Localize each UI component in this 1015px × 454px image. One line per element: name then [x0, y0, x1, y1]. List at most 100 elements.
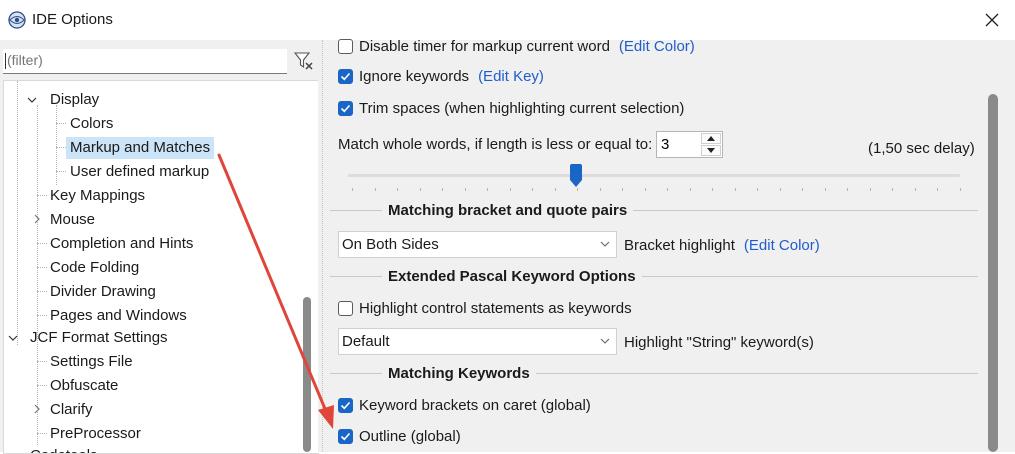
tree-guide	[37, 291, 47, 292]
tree-item-codetools[interactable]: Codetools	[30, 445, 98, 453]
spin-up-button[interactable]	[701, 133, 721, 144]
tree-item-markup-and-matches[interactable]: Markup and Matches	[66, 137, 215, 159]
tree-item-obfuscate[interactable]: Obfuscate	[50, 375, 118, 397]
match-length-input[interactable]	[657, 132, 701, 156]
keywords-group-title: Matching Keywords	[382, 365, 536, 382]
tree-item-display[interactable]: Display	[50, 89, 99, 111]
tree-guide	[56, 147, 66, 148]
delay-slider-thumb[interactable]	[570, 164, 582, 188]
close-button[interactable]	[969, 0, 1015, 40]
slider-tick	[577, 188, 578, 191]
tree-item-pages-and-windows[interactable]: Pages and Windows	[50, 305, 187, 327]
filter-clear-icon[interactable]	[292, 50, 316, 72]
check-icon	[340, 72, 351, 80]
options-tree: Display Colors Markup and Matches User d…	[3, 80, 319, 454]
tree-item-key-mappings[interactable]: Key Mappings	[50, 185, 145, 207]
bracket-edit-color-link[interactable]: (Edit Color)	[744, 237, 820, 254]
tree-item-settings-file[interactable]: Settings File	[50, 351, 133, 373]
slider-tick	[599, 188, 601, 191]
slider-tick	[779, 188, 781, 191]
filter-input[interactable]	[3, 49, 277, 71]
tree-guide	[37, 315, 47, 316]
tree-guide	[37, 243, 47, 244]
slider-tick	[374, 188, 376, 191]
slider-tick	[959, 188, 961, 191]
tree-guide	[56, 105, 57, 185]
chevron-down-icon	[600, 241, 610, 247]
string-keyword-label: Highlight "String" keyword(s)	[624, 333, 814, 351]
edit-key-link[interactable]: (Edit Key)	[478, 68, 544, 85]
highlight-control-label: Highlight control statements as keywords	[359, 299, 632, 317]
tree-item-divider-drawing[interactable]: Divider Drawing	[50, 281, 156, 303]
close-icon	[985, 13, 999, 27]
tree-item-completion-and-hints[interactable]: Completion and Hints	[50, 233, 193, 255]
trim-spaces-label: Trim spaces (when highlighting current s…	[359, 99, 685, 117]
ignore-keywords-label: Ignore keywords	[359, 67, 470, 85]
trim-spaces-row: Trim spaces (when highlighting current s…	[338, 98, 684, 118]
chevron-down-icon	[600, 338, 610, 344]
splitter-grip[interactable]	[322, 40, 323, 452]
trim-spaces-checkbox[interactable]	[338, 100, 353, 116]
slider-tick	[464, 188, 466, 191]
tree-guide	[37, 267, 47, 268]
app-logo-icon	[8, 11, 26, 29]
filter-box[interactable]	[3, 49, 287, 74]
tree-guide	[37, 195, 47, 196]
slider-tick	[802, 188, 803, 191]
slider-tick	[914, 188, 916, 191]
edit-color-link[interactable]: (Edit Color)	[619, 38, 695, 55]
window-title: IDE Options	[32, 11, 113, 28]
disable-timer-label: Disable timer for markup current word	[359, 37, 610, 55]
string-keyword-dropdown[interactable]: Default	[338, 328, 617, 355]
highlight-control-checkbox[interactable]	[338, 300, 353, 316]
bracket-highlight-label: Bracket highlight	[624, 236, 735, 254]
bracket-position-dropdown[interactable]: On Both Sides	[338, 231, 617, 258]
ignore-keywords-row: Ignore keywords (Edit Key)	[338, 66, 544, 86]
tree-item-colors[interactable]: Colors	[70, 113, 113, 135]
pascal-group-title: Extended Pascal Keyword Options	[382, 268, 642, 285]
tree-item-jcf-format-settings[interactable]: JCF Format Settings	[30, 327, 168, 349]
bracket-position-value: On Both Sides	[342, 236, 439, 253]
slider-tick	[847, 188, 848, 191]
tree-item-mouse[interactable]: Mouse	[50, 209, 95, 231]
outline-row: Outline (global)	[338, 426, 461, 446]
ignore-keywords-checkbox[interactable]	[338, 68, 353, 84]
slider-tick	[757, 188, 758, 191]
tree-guide	[37, 385, 47, 386]
tree-item-clarify[interactable]: Clarify	[50, 399, 93, 421]
chevron-down-icon[interactable]	[26, 94, 38, 106]
tree-item-preprocessor[interactable]: PreProcessor	[50, 423, 141, 445]
delay-label: (1,50 sec delay)	[868, 139, 975, 157]
disable-timer-row: Disable timer for markup current word (E…	[338, 36, 695, 56]
outline-checkbox[interactable]	[338, 428, 353, 444]
slider-tick	[712, 188, 713, 191]
bracket-group-title: Matching bracket and quote pairs	[382, 202, 634, 219]
slider-tick	[509, 188, 511, 191]
slider-tick	[824, 188, 826, 191]
match-length-spinner[interactable]	[656, 131, 723, 158]
match-whole-words-label: Match whole words, if length is less or …	[338, 135, 653, 153]
slider-tick	[397, 188, 398, 191]
check-icon	[340, 401, 351, 409]
tree-guide	[37, 361, 47, 362]
chevron-down-icon[interactable]	[7, 332, 19, 344]
delay-slider-track[interactable]	[348, 174, 960, 177]
tree-item-code-folding[interactable]: Code Folding	[50, 257, 139, 279]
highlight-control-row: Highlight control statements as keywords	[338, 298, 632, 318]
tree-guide	[37, 433, 47, 434]
text-caret	[5, 53, 6, 69]
tree-guide	[56, 123, 66, 124]
tree-item-user-defined-markup[interactable]: User defined markup	[70, 161, 209, 183]
chevron-right-icon[interactable]	[31, 213, 43, 225]
chevron-right-icon[interactable]	[31, 403, 43, 415]
keyword-brackets-checkbox[interactable]	[338, 397, 353, 413]
disable-timer-checkbox[interactable]	[338, 38, 353, 54]
tree-scrollbar-thumb[interactable]	[303, 297, 311, 452]
markup-options-pane: Disable timer for markup current word (E…	[318, 38, 1015, 452]
title-bar: IDE Options	[0, 0, 1015, 40]
spin-down-button[interactable]	[701, 145, 721, 156]
slider-tick	[622, 188, 623, 191]
options-scrollbar-thumb[interactable]	[988, 94, 998, 452]
string-keyword-value: Default	[342, 333, 390, 350]
options-tree-pane: Display Colors Markup and Matches User d…	[0, 40, 319, 454]
